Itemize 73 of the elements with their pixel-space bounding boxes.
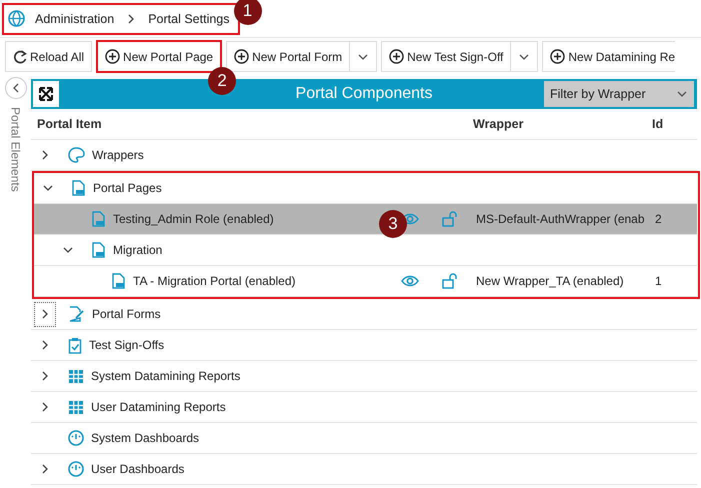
chevron-right-icon [41,401,49,413]
chevron-down-icon [676,90,688,98]
chevron-right-icon [41,339,49,351]
chevron-right-icon [41,308,49,320]
tree-item-label: TA - Migration Portal (enabled) [133,274,296,288]
clipboard-check-icon [68,336,82,354]
toolbar-button[interactable]: New Datamining Re [542,41,676,72]
gauge-icon [68,430,84,446]
tree-item-label: Wrappers [92,148,144,162]
expand-button[interactable] [33,81,59,107]
tree-item-label: User Dashboards [91,462,184,476]
chevron-down-icon [357,52,370,60]
tree-item-label: System Datamining Reports [91,369,240,383]
expand-icon [38,86,54,102]
plus-circle-icon [550,49,566,64]
chevron-down-icon [62,246,74,254]
tree-row[interactable]: System Dashboards [31,423,697,454]
breadcrumb-item[interactable]: Portal Settings [148,12,230,26]
globe-icon [8,10,25,27]
chevron-right-icon [41,370,49,382]
tree-item-label: User Datamining Reports [91,400,226,414]
chevron-left-icon [12,82,20,94]
tree-row[interactable]: Migration [34,235,697,266]
table-cell: MS-Default-AuthWrapper (enab [476,212,645,226]
breadcrumb-item[interactable]: Administration [35,12,114,26]
document-icon [111,273,126,289]
tree-item-label: Portal Forms [92,307,161,321]
document-icon [91,211,106,227]
collapse-button[interactable] [4,77,26,99]
tree-item-label: System Dashboards [91,431,200,445]
table-cell: 2 [655,212,662,226]
form-edit-icon [68,306,85,322]
sidebar-label[interactable]: Portal Elements [8,107,22,192]
table-cell: New Wrapper_TA (enabled) [476,274,624,288]
tree-item-label: Testing_Admin Role (enabled) [113,212,274,226]
tree-row[interactable]: Portal Forms [31,299,697,330]
toolbar-button[interactable]: New Test Sign-Off [381,41,512,72]
gauge-icon [68,461,84,477]
column-header: Portal Item [36,117,103,131]
tree-row[interactable]: System Datamining Reports [31,361,697,392]
document-icon [71,180,86,196]
table-cell: 1 [655,274,662,288]
palette-icon [68,147,85,163]
tree-item-label: Portal Pages [93,181,162,195]
tree-row[interactable]: Wrappers [31,140,697,171]
chevron-right-icon [41,149,49,161]
tree-row[interactable]: User Datamining Reports [31,392,697,423]
tree-row[interactable]: User Dashboards [31,454,697,485]
step-marker: 1 [234,0,262,24]
chevron-right-icon [127,12,136,24]
grid-icon [68,400,84,414]
document-icon [91,242,106,258]
column-header: Id [651,117,664,131]
tree-row[interactable]: Test Sign-Offs [31,330,697,361]
chevron-right-icon [41,463,49,475]
unlocked-padlock-icon[interactable] [442,273,458,289]
plus-circle-icon [389,49,404,64]
chevron-down-icon [518,52,530,60]
expander[interactable] [34,302,56,326]
eye-icon[interactable] [401,275,419,287]
chevron-down-icon [42,184,54,192]
tree-row[interactable]: TA - Migration Portal (enabled) New Wrapper_TA (enabled) 1 [34,266,697,297]
tree-item-label: Test Sign-Offs [89,338,164,352]
grid-icon [68,368,84,384]
column-header: Wrapper [472,117,524,131]
plus-circle-icon [105,49,120,64]
filter-dropdown[interactable]: Filter by Wrapper [544,81,694,107]
tree-item-label: Migration [113,243,162,257]
plus-circle-icon [234,49,250,64]
toolbar-button[interactable]: New Portal Form [226,41,350,72]
toolbar-button[interactable]: Reload All [5,41,92,72]
panel-title: Portal Components [296,85,432,103]
reload-icon [13,50,27,64]
